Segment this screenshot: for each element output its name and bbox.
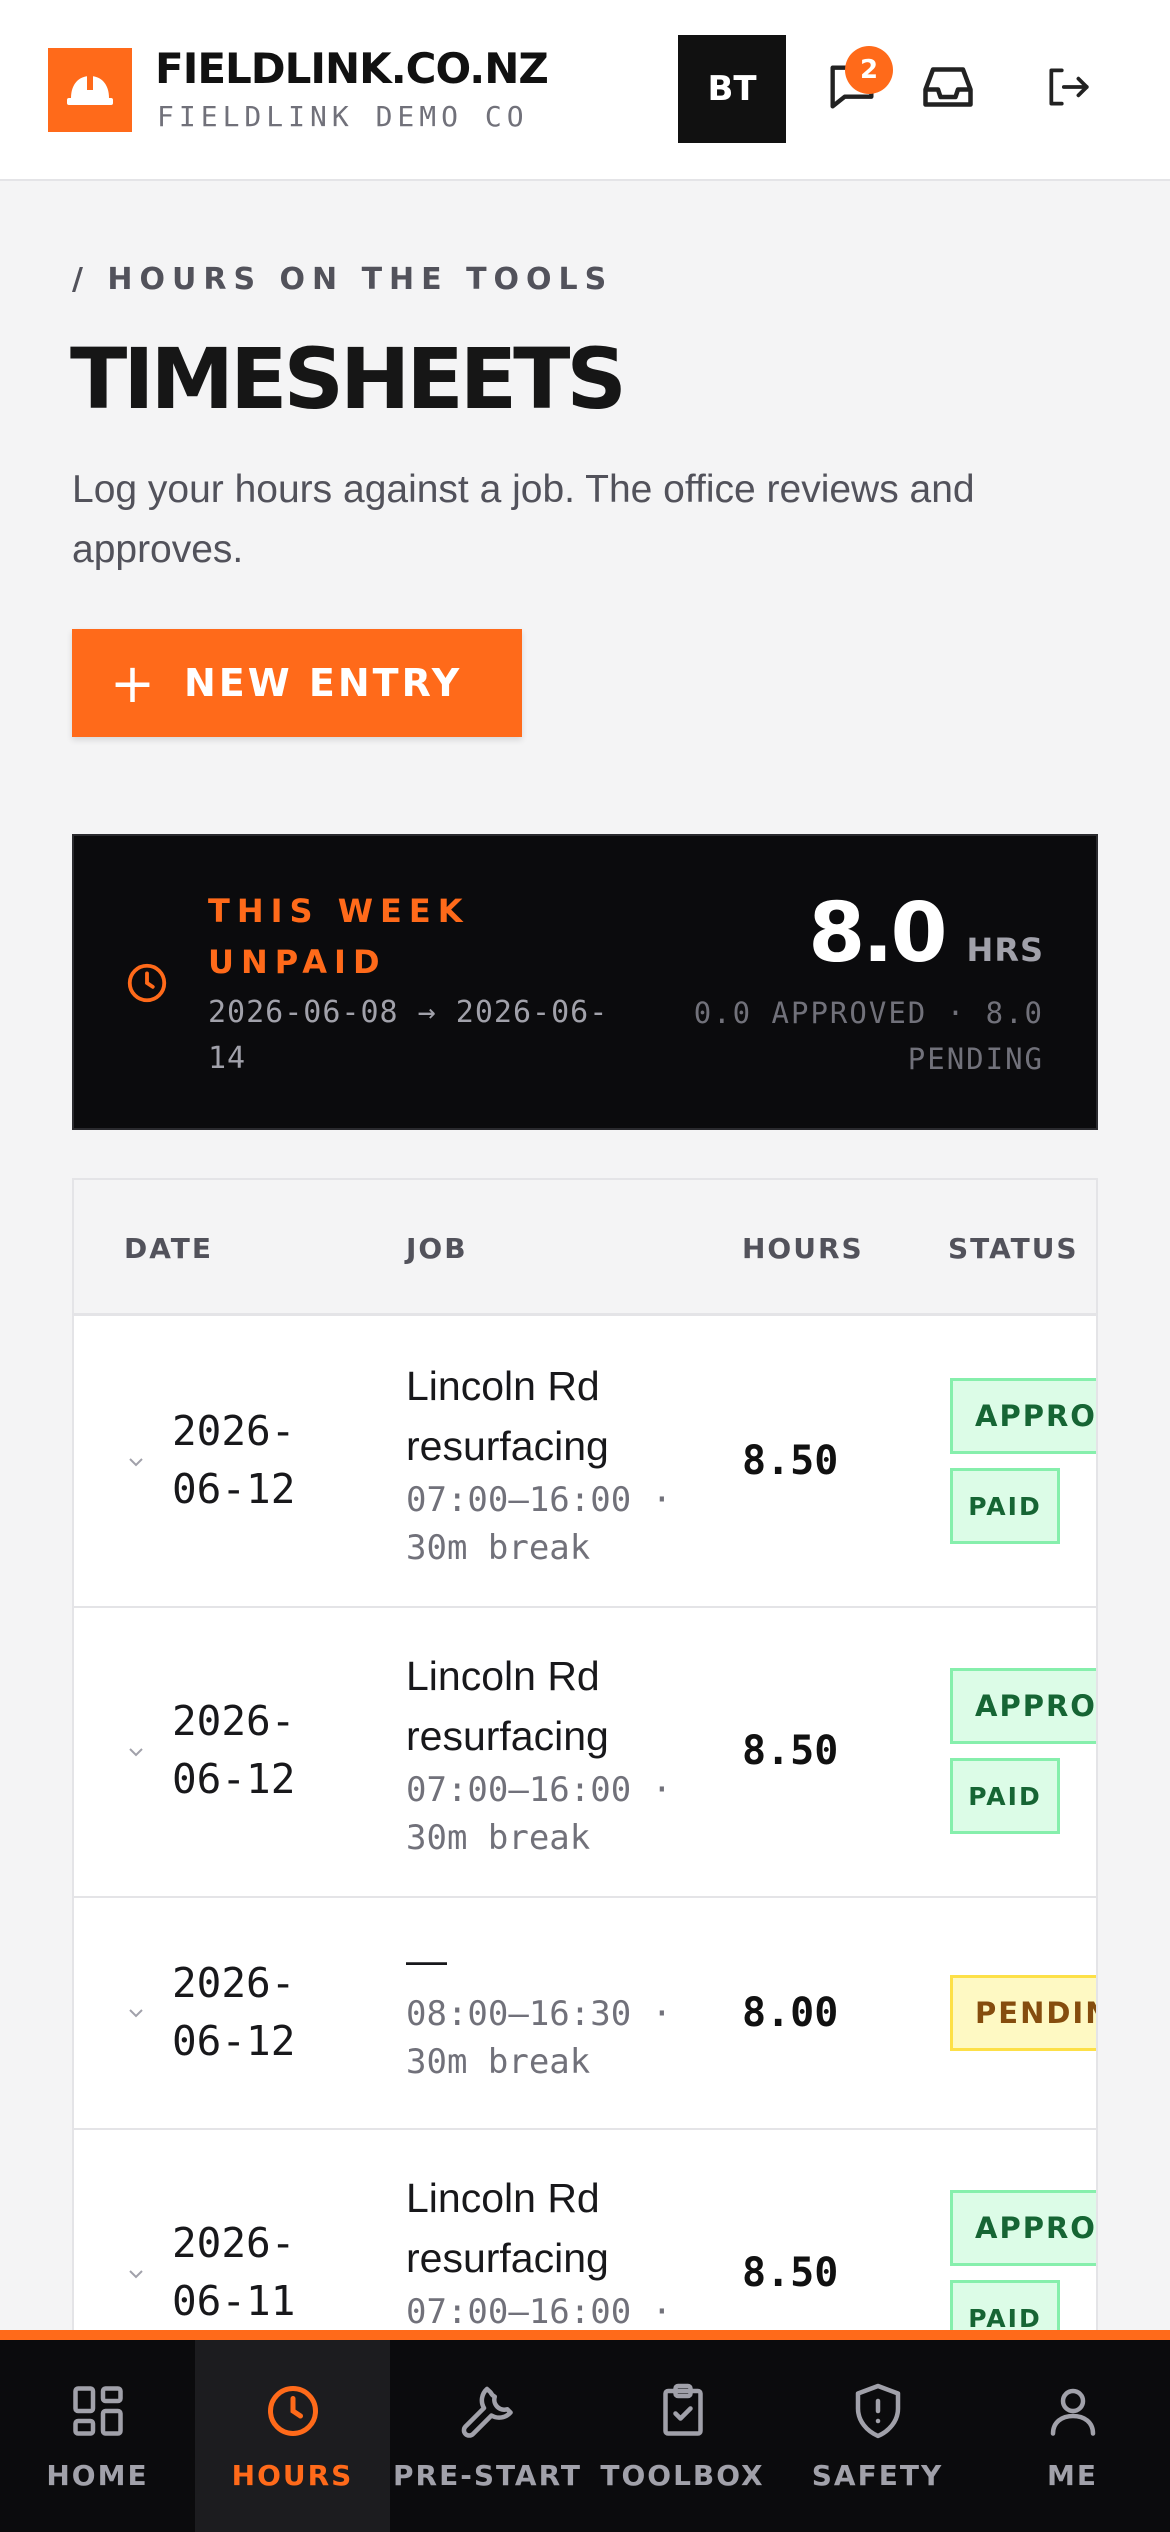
column-header-date: DATE	[124, 1232, 213, 1265]
row-date: 2026-06-12	[172, 1407, 296, 1513]
nav-label: HOME	[46, 2458, 149, 2492]
job-name: —	[406, 1937, 447, 1983]
job-name: Lincoln Rd resurfacing	[406, 2175, 609, 2281]
job-name: Lincoln Rd resurfacing	[406, 1653, 609, 1759]
nav-label: SAFETY	[811, 2458, 944, 2492]
user-icon	[1050, 2388, 1095, 2436]
grid-icon	[72, 2385, 123, 2436]
column-header-status: STATUS	[948, 1232, 1079, 1265]
column-header-job: JOB	[406, 1232, 468, 1265]
week-status-summary: 0.0 APPROVED · 8.0 PENDING	[693, 996, 1044, 1076]
plus-icon: +	[109, 651, 159, 715]
column-header-hours: HOURS	[742, 1232, 864, 1265]
nav-label: TOOLBOX	[600, 2458, 765, 2492]
paid-badge: PAID	[950, 1468, 1060, 1544]
status-badge: APPROVED	[950, 2190, 1096, 2266]
shield-alert-icon	[855, 2383, 900, 2438]
job-name: Lincoln Rd resurfacing	[406, 1363, 609, 1469]
app-header: FIELDLINK.CO.NZ FIELDLINK DEMO CO BT 2	[0, 0, 1170, 181]
timesheet-table: DATE JOB HOURS STATUS 2026-06-12 Lincoln…	[72, 1178, 1098, 2338]
row-job: — 08:00–16:30 · 30m break	[406, 1930, 706, 2086]
status-badge: APPROVED	[950, 1378, 1096, 1454]
messages-badge: 2	[845, 46, 893, 94]
bottom-nav: HOME HOURS PRE-START TOOLBOX SAFETY ME	[0, 2330, 1170, 2532]
week-label: THIS WEEK UNPAID	[208, 892, 470, 981]
chevron-down-icon[interactable]	[126, 2267, 146, 2281]
wrench-icon	[461, 2386, 513, 2438]
row-job: Lincoln Rd resurfacing 07:00–16:00 · 30m…	[406, 2168, 706, 2336]
row-hours: 8.50	[742, 1728, 839, 1774]
nav-item-safety[interactable]: SAFETY	[780, 2340, 975, 2532]
nav-label: ME	[1047, 2458, 1098, 2492]
table-row[interactable]: 2026-06-12 Lincoln Rd resurfacing 07:00–…	[74, 1608, 1096, 1898]
logout-icon[interactable]	[1036, 55, 1100, 119]
job-time: 08:00–16:30 · 30m break	[406, 1994, 673, 2082]
paid-badge: PAID	[950, 1758, 1060, 1834]
row-job: Lincoln Rd resurfacing 07:00–16:00 · 30m…	[406, 1356, 706, 1572]
nav-item-toolbox[interactable]: TOOLBOX	[585, 2340, 780, 2532]
page-eyebrow: / HOURS ON THE TOOLS	[72, 262, 614, 297]
new-entry-button[interactable]: + NEW ENTRY	[72, 629, 522, 737]
week-summary-card: THIS WEEK UNPAID 2026-06-08 → 2026-06-14…	[72, 834, 1098, 1130]
row-hours: 8.50	[742, 1438, 839, 1484]
row-date: 2026-06-12	[172, 1959, 296, 2065]
clock-icon	[267, 2385, 318, 2436]
row-job: Lincoln Rd resurfacing 07:00–16:00 · 30m…	[406, 1646, 706, 1862]
page-intro: Log your hours against a job. The office…	[72, 468, 975, 571]
job-time: 07:00–16:00 · 30m break	[406, 1480, 673, 1568]
row-date: 2026-06-11	[172, 2219, 296, 2325]
page-title: TIMESHEETS	[70, 330, 627, 428]
table-header: DATE JOB HOURS STATUS	[74, 1180, 1096, 1316]
new-entry-label: NEW ENTRY	[184, 661, 463, 705]
table-row[interactable]: 2026-06-11 Lincoln Rd resurfacing 07:00–…	[74, 2130, 1096, 2336]
status-badge: APPROVED	[950, 1668, 1096, 1744]
week-hours: 8.0 HRS	[808, 886, 1044, 981]
row-hours: 8.50	[742, 2250, 839, 2296]
clipboard-check-icon	[662, 2383, 703, 2436]
table-row[interactable]: 2026-06-12 Lincoln Rd resurfacing 07:00–…	[74, 1318, 1096, 1608]
row-hours: 8.00	[742, 1990, 839, 2036]
row-date: 2026-06-12	[172, 1697, 296, 1803]
status-badge: PENDING	[950, 1975, 1096, 2051]
nav-item-me[interactable]: ME	[975, 2340, 1170, 2532]
nav-label: HOURS	[231, 2458, 354, 2492]
brand-title: FIELDLINK.CO.NZ	[155, 44, 549, 93]
chevron-down-icon[interactable]	[126, 2006, 146, 2020]
table-row[interactable]: 2026-06-12 — 08:00–16:30 · 30m break 8.0…	[74, 1898, 1096, 2130]
avatar[interactable]: BT	[678, 35, 786, 143]
week-range: 2026-06-08 → 2026-06-14	[208, 995, 609, 1076]
clock-icon	[124, 960, 170, 1011]
nav-item-pre-start[interactable]: PRE-START	[390, 2340, 585, 2532]
hard-hat-icon	[48, 48, 132, 132]
inbox-icon[interactable]	[916, 55, 980, 119]
week-hours-value: 8.0	[808, 886, 947, 981]
nav-item-home[interactable]: HOME	[0, 2340, 195, 2532]
chevron-down-icon[interactable]	[126, 1455, 146, 1469]
week-hours-unit: HRS	[966, 931, 1044, 969]
chevron-down-icon[interactable]	[126, 1745, 146, 1759]
nav-item-hours[interactable]: HOURS	[195, 2340, 390, 2532]
nav-label: PRE-START	[393, 2458, 582, 2492]
company-name: FIELDLINK DEMO CO	[157, 100, 529, 133]
job-time: 07:00–16:00 · 30m break	[406, 1770, 673, 1858]
